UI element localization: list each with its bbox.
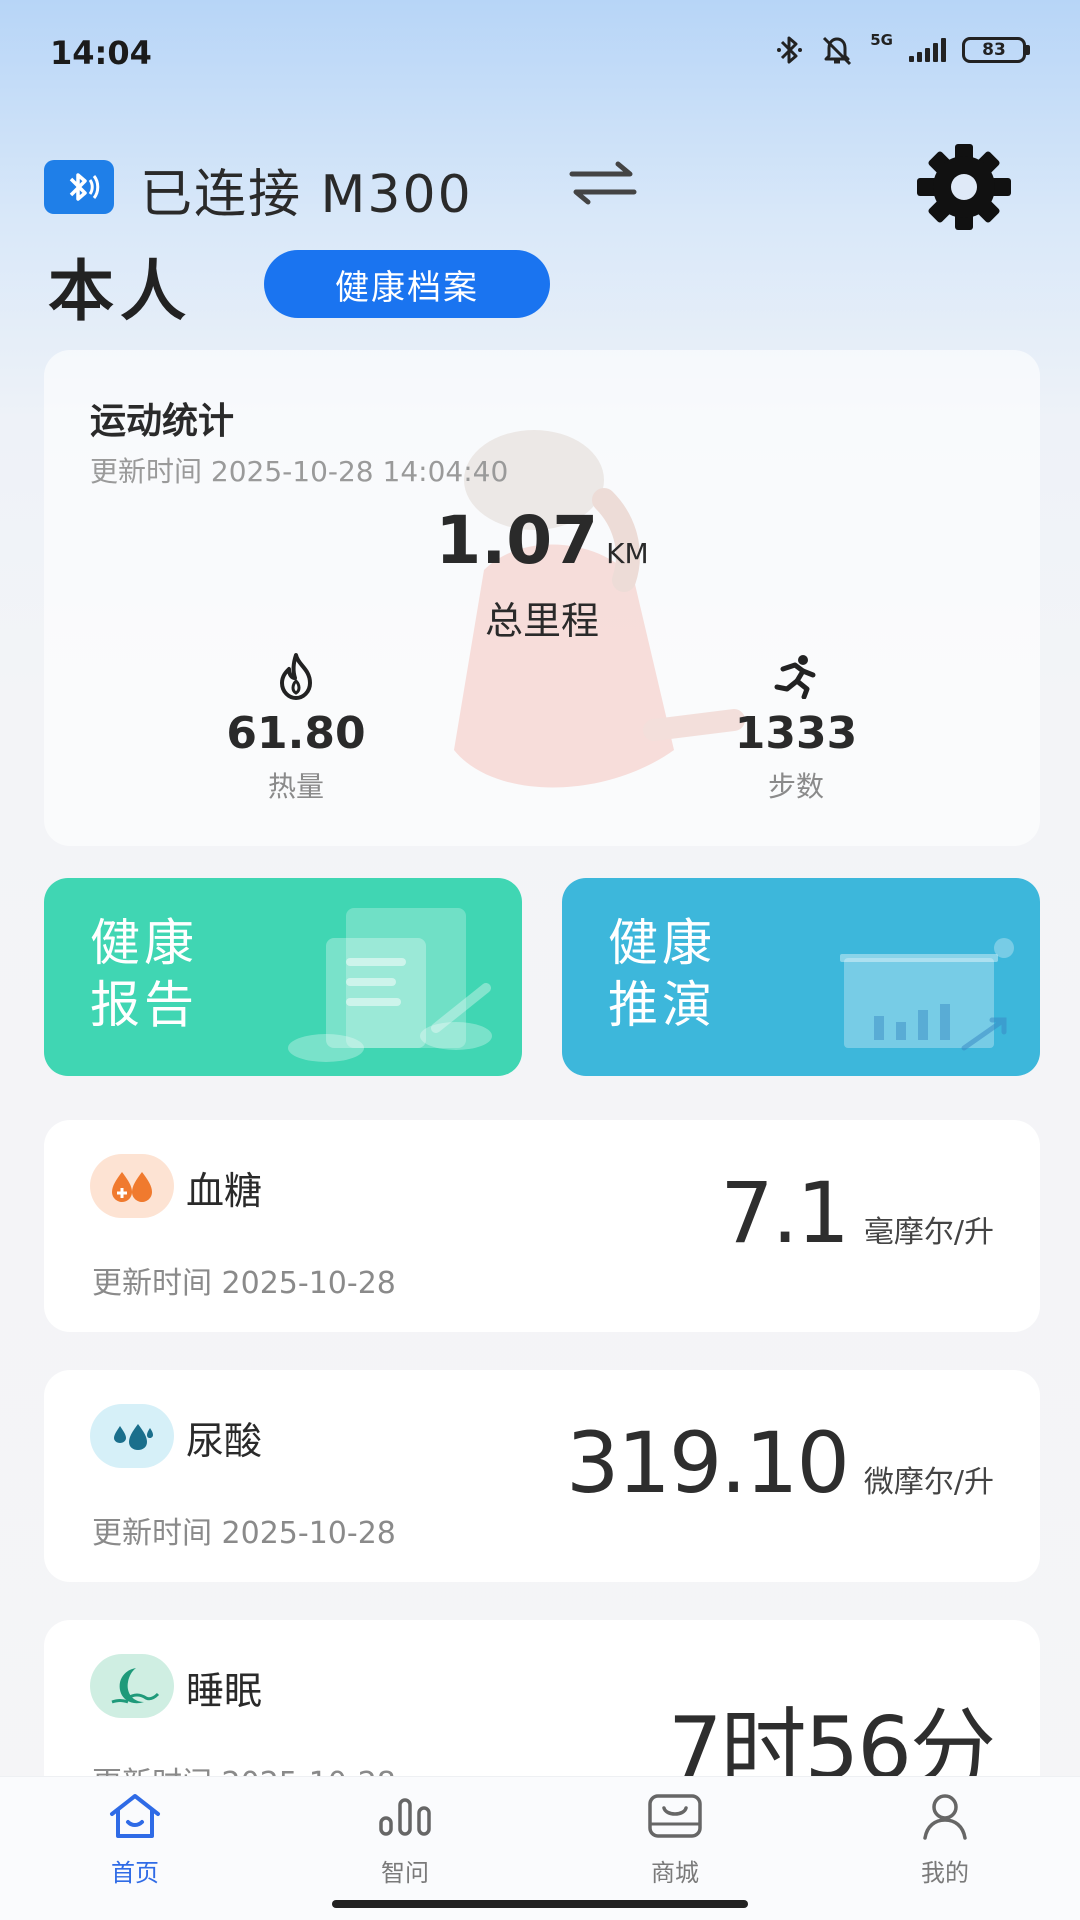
health-predict-label: 健康 推演 — [608, 912, 716, 1036]
distance-label: 总里程 — [484, 599, 599, 643]
running-icon — [676, 650, 916, 702]
shop-icon — [646, 1791, 704, 1841]
metric-name: 尿酸 — [186, 1419, 263, 1463]
health-profile-button[interactable]: 健康档案 — [264, 250, 550, 318]
nav-item-home[interactable]: 首页 — [0, 1777, 270, 1920]
switch-device-icon[interactable] — [568, 160, 638, 210]
metric-unit: 毫摩尔/升 — [863, 1215, 994, 1250]
settings-gear-icon[interactable] — [910, 144, 1018, 234]
updated-time: 更新时间 2025-10-28 14:04:40 — [90, 455, 509, 488]
distance-value: 1.07 — [435, 502, 599, 579]
nav-label: 商城 — [651, 1859, 699, 1887]
health-report-label-line2: 报告 — [90, 976, 198, 1034]
nav-item-shop[interactable]: 商城 — [540, 1777, 810, 1920]
card-title: 运动统计 — [90, 401, 235, 442]
metric-unit: 微摩尔/升 — [863, 1465, 994, 1500]
health-predict-label-line1: 健康 — [608, 914, 716, 972]
blood-drop-icon — [90, 1154, 174, 1218]
profile-icon — [921, 1791, 969, 1841]
calories-value: 61.80 — [226, 708, 366, 759]
predict-illustration — [840, 938, 1014, 1051]
home-icon — [106, 1791, 164, 1841]
blood-glucose-card[interactable]: 血糖 更新时间 2025-10-28 7.1 毫摩尔/升 — [44, 1120, 1040, 1332]
device-status: 已连接 M300 — [140, 165, 473, 225]
mute-icon — [820, 34, 854, 66]
network-type: 5G — [870, 31, 893, 49]
nav-label: 智问 — [381, 1859, 429, 1887]
water-drops-icon — [90, 1404, 174, 1468]
health-predict-label-line2: 推演 — [608, 976, 716, 1034]
steps-stat: 1333 步数 — [676, 650, 916, 805]
metric-updated: 更新时间 2025-10-28 — [92, 1516, 396, 1551]
distance-unit: KM — [606, 537, 649, 570]
bottom-nav: 首页 智问 商城 我的 — [0, 1776, 1080, 1920]
exercise-stats-card[interactable]: 运动统计 更新时间 2025-10-28 14:04:40 1.07 KM 总里程… — [44, 350, 1040, 846]
metric-value: 319.10 — [565, 1414, 850, 1512]
home-indicator[interactable] — [332, 1900, 748, 1908]
health-report-card[interactable]: 健康 报告 — [44, 878, 522, 1076]
status-time: 14:04 — [50, 34, 152, 72]
uric-acid-card[interactable]: 尿酸 更新时间 2025-10-28 319.10 微摩尔/升 — [44, 1370, 1040, 1582]
metric-reading: 7.1 毫摩尔/升 — [720, 1164, 994, 1262]
metric-name: 睡眠 — [186, 1669, 263, 1713]
metric-reading: 319.10 微摩尔/升 — [566, 1414, 994, 1512]
bluetooth-device-icon[interactable] — [44, 160, 114, 214]
battery-icon: 83 — [962, 37, 1030, 63]
user-name: 本人 — [48, 253, 192, 330]
metric-updated: 更新时间 2025-10-28 — [92, 1266, 396, 1301]
metric-value: 7.1 — [720, 1164, 850, 1262]
metric-name: 血糖 — [186, 1169, 263, 1213]
steps-label: 步数 — [767, 770, 824, 803]
steps-value: 1333 — [734, 708, 858, 759]
signal-icon — [909, 38, 946, 62]
status-icons: 5G 83 — [774, 31, 1030, 66]
nav-item-profile[interactable]: 我的 — [810, 1777, 1080, 1920]
moon-icon — [90, 1654, 174, 1718]
battery-level: 83 — [962, 37, 1026, 63]
nav-item-ask[interactable]: 智问 — [270, 1777, 540, 1920]
calories-stat: 61.80 热量 — [176, 650, 416, 805]
bluetooth-icon — [774, 34, 804, 66]
nav-label: 首页 — [111, 1859, 159, 1887]
health-report-label-line1: 健康 — [90, 914, 198, 972]
flame-icon — [176, 650, 416, 702]
nav-label: 我的 — [921, 1859, 969, 1887]
bar-chart-icon — [378, 1791, 432, 1841]
health-report-label: 健康 报告 — [90, 912, 198, 1036]
distance-display: 1.07 KM — [44, 502, 1040, 579]
report-illustration — [288, 908, 492, 1062]
health-predict-card[interactable]: 健康 推演 — [562, 878, 1040, 1076]
calories-label: 热量 — [267, 770, 324, 803]
status-bar: 14:04 5G 83 — [0, 0, 1080, 100]
